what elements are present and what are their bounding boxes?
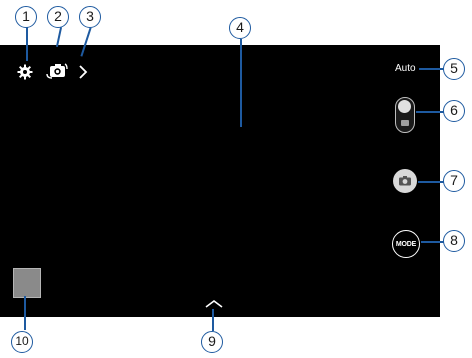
camera-viewfinder[interactable] (0, 45, 440, 317)
callout-8: 8 (443, 230, 465, 252)
callout-line (416, 111, 444, 113)
camera-icon (398, 100, 411, 113)
chevron-right-icon[interactable] (77, 64, 89, 80)
callout-7: 7 (443, 170, 465, 192)
callout-line (240, 39, 242, 127)
callout-line (212, 309, 214, 331)
video-icon (401, 120, 409, 126)
chevron-up-icon[interactable] (204, 298, 224, 308)
mode-indicator-label: Auto (395, 63, 416, 74)
callout-5: 5 (443, 58, 465, 80)
gallery-thumbnail[interactable] (13, 268, 41, 298)
callout-1: 1 (15, 6, 37, 28)
callout-3: 3 (79, 6, 101, 28)
callout-line (55, 27, 62, 47)
callout-4: 4 (229, 17, 251, 39)
switch-camera-icon[interactable] (46, 62, 68, 80)
camera-icon (399, 176, 411, 186)
camera-video-toggle[interactable] (395, 97, 415, 133)
callout-6: 6 (443, 100, 465, 122)
callout-9: 9 (201, 331, 223, 353)
mode-button[interactable]: MODE (392, 230, 420, 258)
callout-10: 10 (11, 331, 33, 353)
callout-line (419, 68, 444, 70)
gear-icon[interactable] (17, 64, 33, 80)
callout-line (24, 296, 26, 330)
capture-button[interactable] (393, 169, 417, 193)
callout-line (421, 241, 444, 243)
callout-2: 2 (47, 6, 69, 28)
callout-line (418, 181, 444, 183)
callout-line (26, 27, 28, 61)
